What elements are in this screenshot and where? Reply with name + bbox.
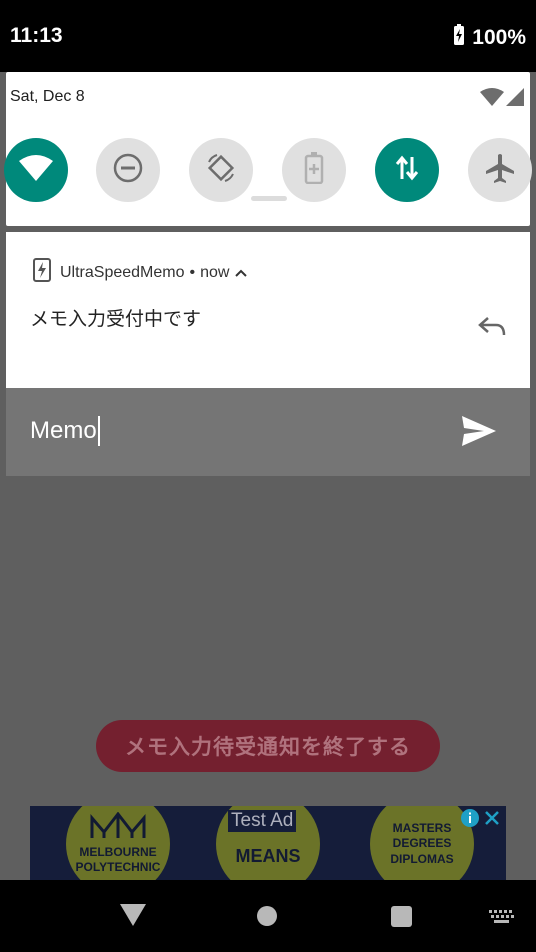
ad-circle-right: MASTERS DEGREES DIPLOMAS	[370, 806, 474, 882]
recents-icon[interactable]	[391, 906, 412, 927]
qs-tile-auto-rotate[interactable]	[189, 138, 253, 202]
wifi-icon	[18, 154, 54, 187]
navigation-bar	[0, 880, 536, 952]
ad-text-polytechnic: POLYTECHNIC	[75, 860, 161, 875]
back-icon[interactable]	[120, 904, 146, 931]
notification-text: メモ入力受付中です	[30, 309, 202, 330]
ad-text-masters: MASTERS	[392, 820, 452, 835]
battery-saver-icon	[304, 151, 324, 189]
send-icon	[462, 416, 496, 450]
qs-tile-battery-saver[interactable]	[282, 138, 346, 202]
chevron-up-icon[interactable]	[235, 264, 248, 282]
qs-tile-wifi[interactable]	[4, 138, 68, 202]
ad-text-melbourne: MELBOURNE	[79, 844, 157, 859]
notification-app-name: UltraSpeedMemo	[60, 263, 185, 281]
qs-tile-do-not-disturb[interactable]	[96, 138, 160, 202]
text-cursor	[97, 416, 100, 446]
battery-percent: 100%	[472, 26, 526, 49]
battery-charging-icon	[452, 24, 466, 52]
info-icon[interactable]	[460, 808, 480, 833]
ad-text-means: MEANS	[235, 846, 301, 867]
end-memo-standby-button[interactable]: メモ入力待受通知を終了する	[96, 720, 440, 772]
home-icon[interactable]	[257, 906, 277, 926]
send-button[interactable]	[462, 416, 496, 451]
ad-banner[interactable]: MELBOURNE POLYTECHNIC MEANS MASTERS DEGR…	[30, 806, 506, 882]
status-time: 11:13	[10, 24, 63, 47]
signal-indicators	[480, 88, 524, 111]
close-icon[interactable]	[482, 808, 502, 833]
reply-input-value: Memo	[30, 417, 97, 444]
reply-icon[interactable]	[478, 316, 506, 343]
app-flash-icon	[32, 258, 52, 287]
qs-tile-airplane-mode[interactable]	[468, 138, 532, 202]
ad-text-degrees: DEGREES	[392, 836, 452, 851]
reply-input[interactable]: Memo	[30, 416, 100, 446]
ad-text-diplomas: DIPLOMAS	[390, 851, 454, 866]
cell-signal-icon	[506, 88, 524, 111]
quick-settings-panel: Sat, Dec 8	[4, 72, 532, 226]
wifi-signal-icon	[480, 88, 504, 111]
auto-rotate-icon	[205, 152, 237, 189]
ad-choices[interactable]	[460, 808, 502, 833]
qs-date: Sat, Dec 8	[10, 88, 85, 105]
test-ad-label: Test Ad	[228, 810, 297, 832]
do-not-disturb-icon	[112, 152, 144, 189]
mobile-data-icon	[394, 153, 420, 188]
ad-circle-left: MELBOURNE POLYTECHNIC	[66, 806, 170, 882]
qs-tile-mobile-data[interactable]	[375, 138, 439, 202]
notification-header: UltraSpeedMemo • now	[32, 258, 248, 287]
status-bar: 11:13 100%	[0, 0, 536, 72]
qs-expand-handle[interactable]	[251, 196, 287, 201]
notification-separator: •	[189, 263, 196, 281]
status-battery-group: 100%	[452, 24, 526, 52]
airplane-mode-icon	[484, 152, 516, 189]
notification-card[interactable]: UltraSpeedMemo • now メモ入力受付中です	[6, 232, 530, 388]
polytechnic-logo-icon	[90, 811, 146, 845]
reply-bar: Memo	[6, 388, 530, 476]
keyboard-icon[interactable]	[489, 910, 515, 929]
notification-time: now	[200, 263, 230, 281]
